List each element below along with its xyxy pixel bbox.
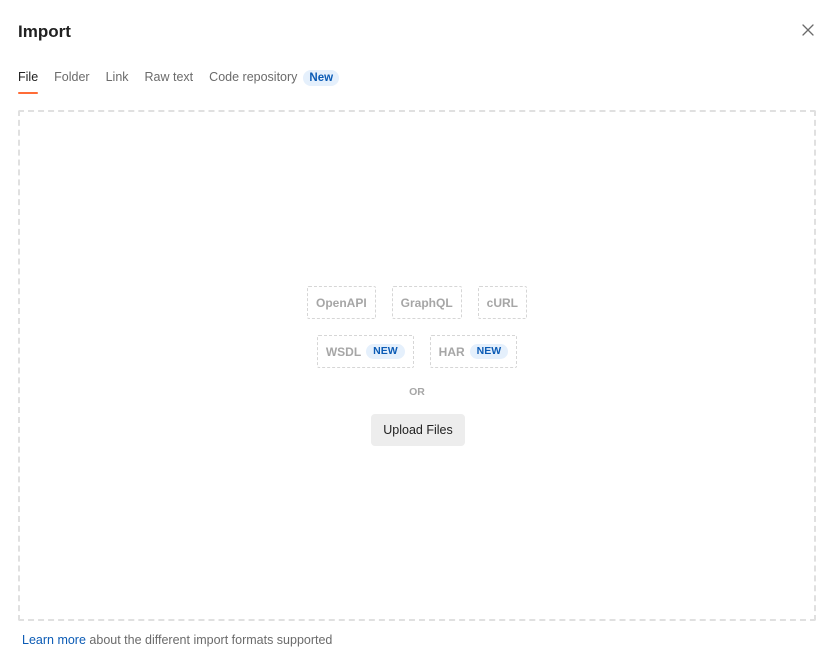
tab-file[interactable]: File: [18, 70, 39, 94]
import-tabs: File Folder Link Raw text Code repositor…: [18, 70, 340, 94]
tab-raw-text-label: Raw text: [144, 70, 194, 84]
or-divider: OR: [409, 386, 425, 398]
file-dropzone[interactable]: OpenAPI GraphQL cURL WSDL NEW HAR NEW OR…: [18, 110, 816, 621]
modal-title: Import: [18, 22, 71, 41]
tab-folder-label: Folder: [54, 70, 90, 84]
format-label: WSDL: [325, 344, 362, 359]
learn-more-link[interactable]: Learn more: [22, 633, 86, 647]
format-label: cURL: [486, 295, 519, 310]
new-badge: NEW: [366, 344, 405, 359]
format-wsdl: WSDL NEW: [316, 335, 414, 368]
supported-formats: OpenAPI GraphQL cURL WSDL NEW HAR NEW: [20, 286, 814, 368]
tab-raw-text[interactable]: Raw text: [145, 70, 194, 94]
format-graphql: GraphQL: [391, 286, 462, 319]
tab-link-label: Link: [105, 70, 129, 84]
close-icon[interactable]: [800, 22, 816, 38]
tab-link[interactable]: Link: [106, 70, 129, 94]
format-har: HAR NEW: [429, 335, 518, 368]
tab-file-label: File: [18, 70, 39, 84]
footer-text: about the different import formats suppo…: [89, 633, 333, 647]
formats-row: OpenAPI GraphQL cURL: [306, 286, 528, 319]
new-badge: New: [303, 70, 340, 86]
new-badge: NEW: [469, 344, 509, 359]
format-curl: cURL: [477, 286, 528, 319]
formats-row: WSDL NEW HAR NEW: [316, 335, 518, 368]
close-icon-glyph: [802, 24, 814, 36]
tab-folder[interactable]: Folder: [54, 70, 89, 94]
format-label: OpenAPI: [315, 295, 367, 310]
footer-help: Learn more about the different import fo…: [22, 633, 332, 647]
format-label: GraphQL: [400, 295, 453, 310]
tab-code-repository-label: Code repository: [209, 70, 298, 84]
format-openapi: OpenAPI: [306, 286, 376, 319]
upload-files-button[interactable]: Upload Files: [371, 414, 465, 446]
import-modal: Import File Folder Link Raw text Code re…: [0, 0, 835, 662]
tab-code-repository[interactable]: Code repository New: [209, 70, 340, 94]
format-label: HAR: [438, 344, 465, 359]
